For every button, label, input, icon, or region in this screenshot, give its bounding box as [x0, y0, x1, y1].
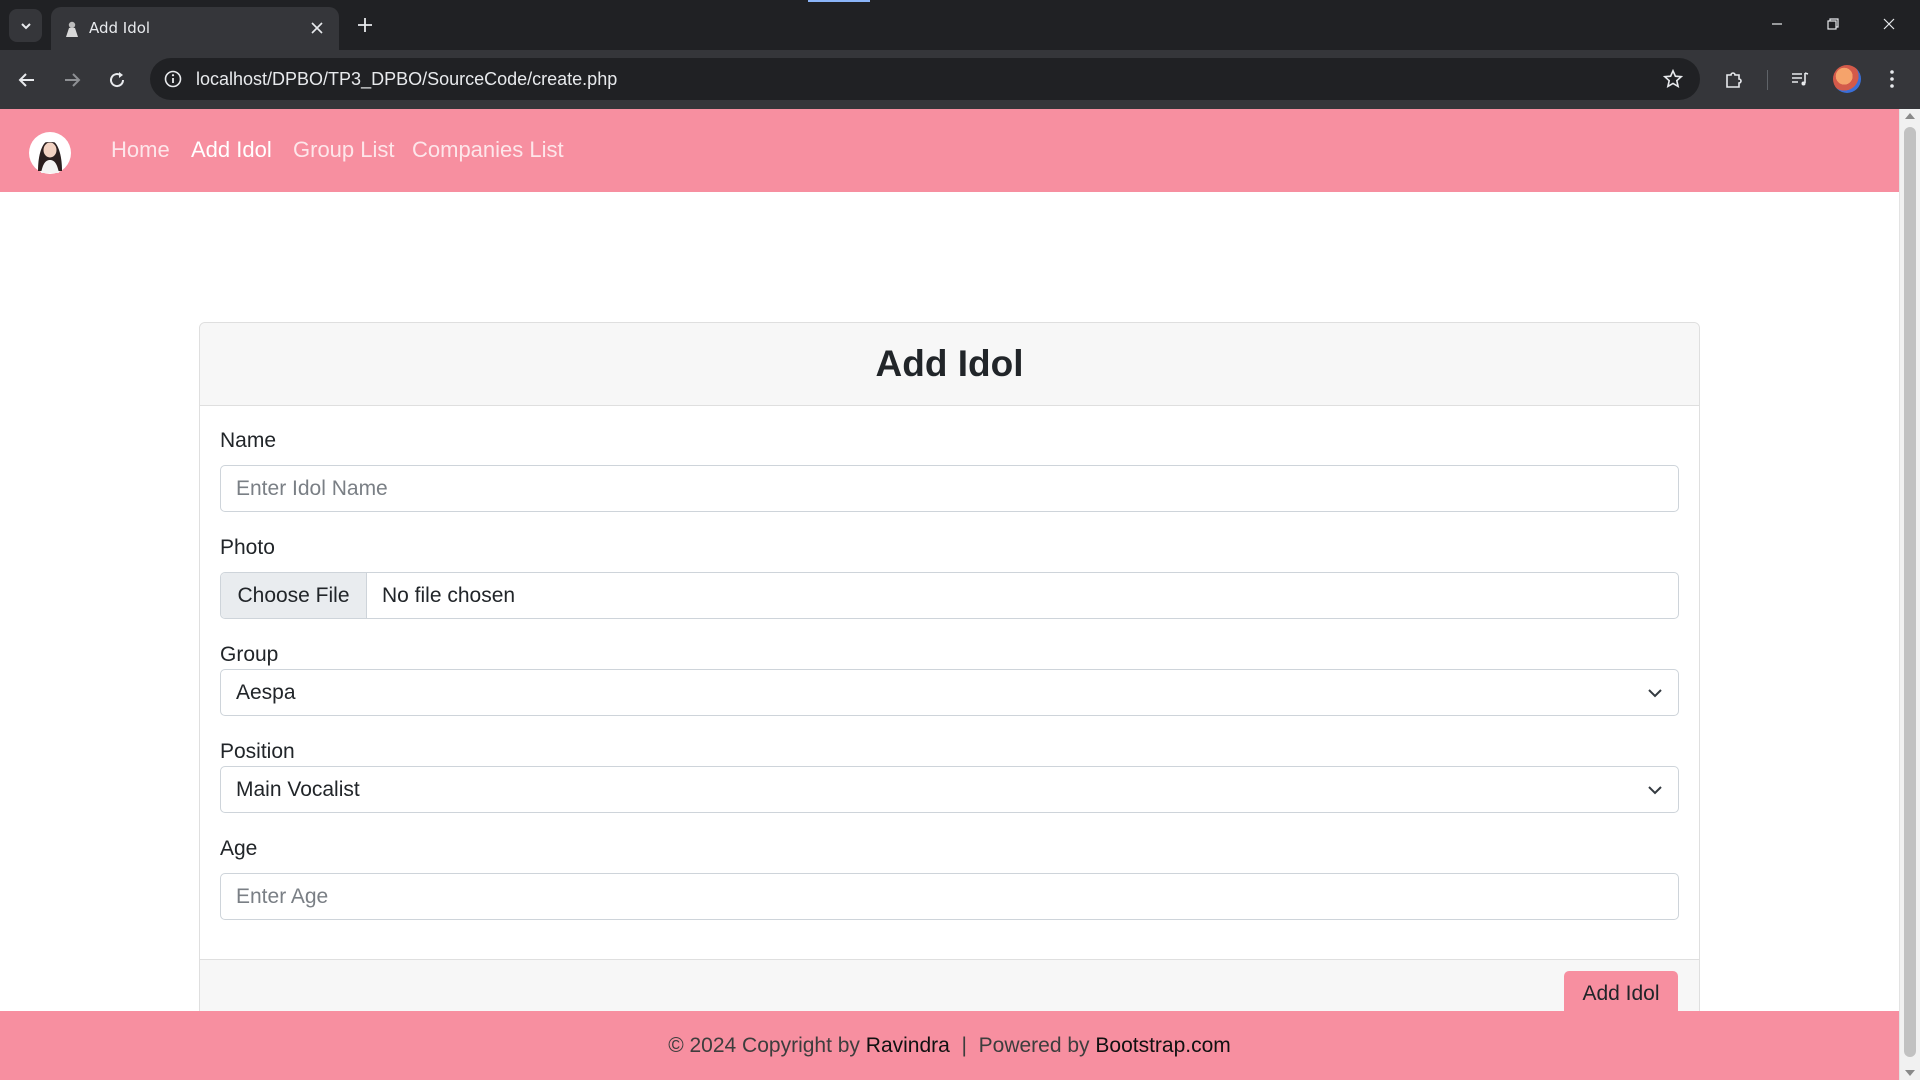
position-selected-value: Main Vocalist	[236, 778, 360, 801]
group-selected-value: Aespa	[236, 681, 296, 704]
footer-separator: |	[961, 1034, 967, 1057]
toolbar-separator	[1767, 70, 1768, 90]
media-icon	[1792, 72, 1809, 86]
tab-list-icon	[20, 22, 31, 29]
site-info-button[interactable]	[160, 66, 186, 92]
chevron-down-icon	[1648, 786, 1662, 795]
media-control-button[interactable]	[1784, 63, 1816, 95]
name-label: Name	[220, 429, 277, 452]
browser-toolbar: localhost/DPBO/TP3_DPBO/SourceCode/creat…	[0, 50, 1920, 109]
forward-icon	[65, 73, 81, 87]
scroll-down-arrow[interactable]	[1905, 1070, 1915, 1076]
new-tab-button[interactable]	[350, 10, 380, 40]
page-title: Add Idol	[875, 343, 1024, 384]
reload-icon	[110, 72, 125, 88]
bootstrap-link[interactable]: Bootstrap.com	[1095, 1034, 1230, 1057]
minimize-icon	[1772, 23, 1782, 25]
back-button[interactable]	[11, 64, 43, 96]
age-label: Age	[220, 837, 258, 860]
choose-file-button[interactable]: Choose File	[221, 573, 367, 618]
card-header: Add Idol	[200, 323, 1699, 406]
site-navbar: Home Add Idol Group List Companies List	[0, 109, 1899, 192]
close-icon	[311, 22, 323, 34]
reload-button[interactable]	[101, 64, 133, 96]
position-select[interactable]: Main Vocalist	[220, 766, 1679, 813]
chevron-down-icon	[1648, 689, 1662, 698]
file-status-text: No file chosen	[382, 584, 516, 607]
brand-logo[interactable]	[28, 131, 72, 175]
nav-link-group-list[interactable]: Group List	[293, 137, 395, 163]
restore-icon	[1827, 18, 1839, 30]
site-footer: © 2024 Copyright by Ravindra | Powered b…	[0, 1011, 1899, 1080]
group-select[interactable]: Aespa	[220, 669, 1679, 716]
extensions-button[interactable]	[1718, 63, 1750, 95]
restore-button[interactable]	[1813, 8, 1853, 40]
tab-list-button[interactable]	[9, 9, 42, 42]
nav-link-home[interactable]: Home	[111, 137, 170, 163]
info-icon	[164, 70, 182, 88]
position-label: Position	[220, 740, 295, 763]
star-icon	[1663, 69, 1683, 89]
browser-tabbar: Add Idol	[0, 0, 1920, 50]
photo-label: Photo	[220, 536, 275, 559]
bookmark-button[interactable]	[1660, 66, 1686, 92]
page-viewport: Home Add Idol Group List Companies List …	[0, 109, 1920, 1080]
tab-strip-accent	[808, 0, 870, 2]
window-close-icon	[1883, 18, 1895, 30]
url-text[interactable]: localhost/DPBO/TP3_DPBO/SourceCode/creat…	[196, 69, 617, 90]
browser-menu-button[interactable]	[1876, 63, 1908, 95]
scroll-thumb[interactable]	[1904, 127, 1916, 1057]
forward-button[interactable]	[56, 64, 88, 96]
favicon-icon	[66, 21, 78, 37]
plus-icon	[358, 18, 372, 32]
tab-close-button[interactable]	[305, 16, 329, 40]
minimize-button[interactable]	[1757, 8, 1797, 40]
age-input[interactable]	[220, 873, 1679, 920]
group-label: Group	[220, 643, 279, 666]
extensions-icon	[1726, 72, 1742, 88]
name-input[interactable]	[220, 465, 1679, 512]
profile-icon[interactable]	[1833, 65, 1861, 93]
powered-by-text: Powered by	[978, 1034, 1090, 1057]
page-scrollbar[interactable]	[1899, 109, 1920, 1080]
tab-title: Add Idol	[89, 19, 151, 37]
window-close-button[interactable]	[1869, 8, 1909, 40]
add-idol-form-card: Add Idol Name Photo Choose File No file …	[199, 322, 1700, 1080]
address-bar[interactable]: localhost/DPBO/TP3_DPBO/SourceCode/creat…	[150, 58, 1700, 100]
nav-link-add-idol[interactable]: Add Idol	[191, 137, 272, 163]
author-name: Ravindra	[865, 1034, 950, 1057]
scroll-up-arrow[interactable]	[1905, 113, 1915, 119]
photo-file-input[interactable]: Choose File No file chosen	[220, 572, 1679, 619]
browser-tab[interactable]: Add Idol	[51, 7, 339, 50]
nav-link-companies-list[interactable]: Companies List	[412, 137, 564, 163]
menu-icon	[1890, 70, 1894, 88]
back-icon	[18, 73, 34, 87]
copyright-text: © 2024 Copyright by	[668, 1034, 860, 1057]
